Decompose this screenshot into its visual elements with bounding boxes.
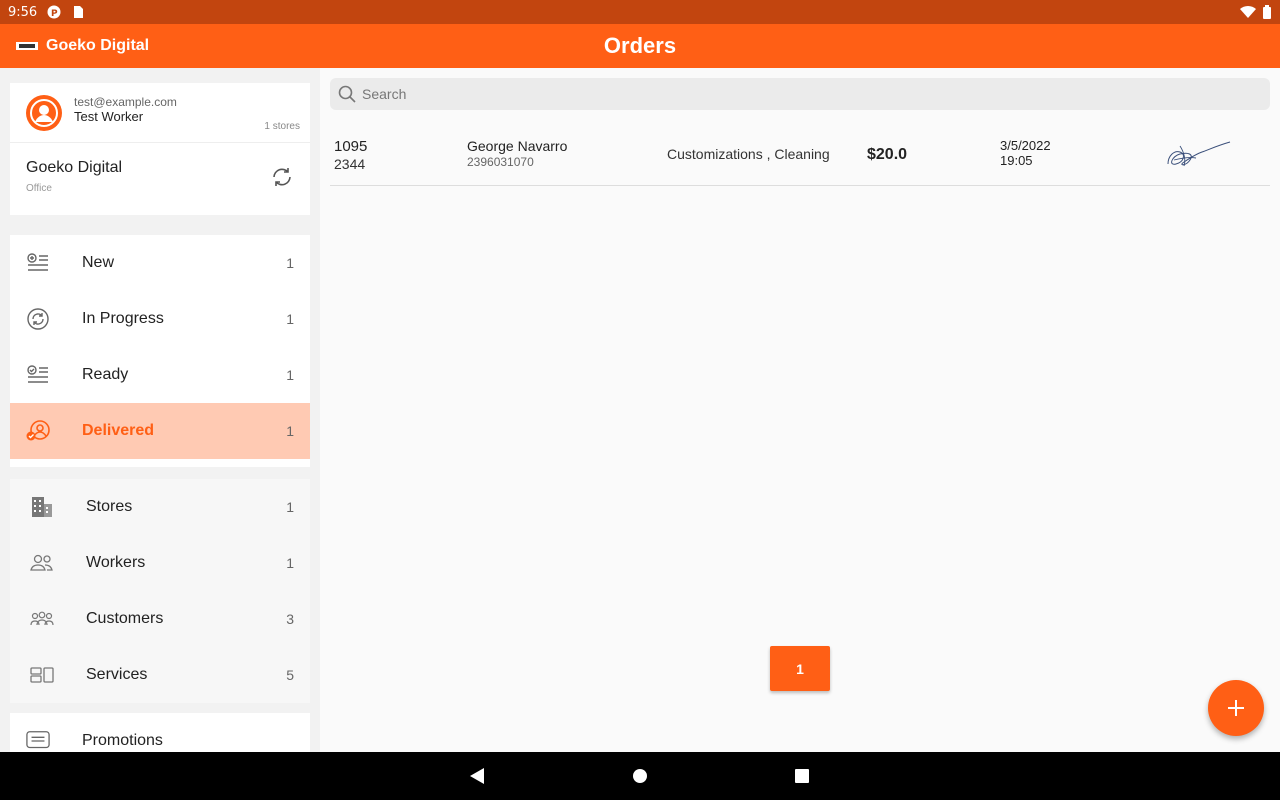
- stores-count: 1 stores: [264, 121, 300, 132]
- org-row: Goeko Digital Office: [10, 143, 310, 215]
- nav-label: Promotions: [82, 732, 163, 749]
- status-bar: 9:56 P: [0, 0, 1280, 24]
- nav-label: New: [82, 254, 115, 271]
- customer-name: George Navarro: [467, 138, 568, 154]
- nav-label: Stores: [86, 498, 133, 515]
- order-services: Customizations , Cleaning: [667, 146, 830, 162]
- search-input[interactable]: [362, 86, 1242, 102]
- nav-item-delivered[interactable]: Delivered 1: [10, 403, 310, 459]
- back-icon[interactable]: [468, 766, 488, 786]
- recents-icon[interactable]: [792, 766, 812, 786]
- add-order-button[interactable]: [1208, 680, 1264, 736]
- home-icon[interactable]: [630, 766, 650, 786]
- nav-count: 1: [286, 499, 294, 515]
- org-name: Goeko Digital: [26, 159, 123, 176]
- nav-item-stores[interactable]: Stores 1: [10, 479, 310, 535]
- progress-icon: [26, 307, 50, 331]
- nav-count: 1: [286, 423, 294, 439]
- order-number: 1095: [334, 138, 368, 155]
- status-time: 9:56: [8, 4, 38, 20]
- wifi-icon: [1240, 5, 1256, 19]
- org-type: Office: [26, 183, 52, 194]
- orders-panel: 1095 2344 George Navarro 2396031070 Cust…: [320, 68, 1280, 752]
- building-icon: [30, 495, 54, 519]
- nav-label: Workers: [86, 554, 146, 571]
- sidebar: test@example.com Test Worker 1 stores Go…: [0, 68, 320, 752]
- brand-name: Goeko Digital: [46, 37, 150, 54]
- avatar: [26, 95, 62, 131]
- nav-count: 1: [286, 311, 294, 327]
- search-icon: [338, 85, 356, 103]
- user-name: Test Worker: [74, 109, 144, 124]
- order-row[interactable]: 1095 2344 George Navarro 2396031070 Cust…: [330, 126, 1270, 186]
- customers-icon: [30, 607, 54, 631]
- promotions-nav: Promotions: [10, 713, 310, 752]
- nav-count: 5: [286, 667, 294, 683]
- brand-logo-icon: [16, 42, 38, 50]
- nav-count: 1: [286, 367, 294, 383]
- nav-label: Services: [86, 666, 148, 683]
- ticket-number: 2344: [334, 156, 366, 172]
- user-avatar-icon: [30, 99, 58, 127]
- ready-list-icon: [26, 363, 50, 387]
- system-nav-bar: [0, 752, 1280, 800]
- nav-count: 1: [286, 255, 294, 271]
- nav-count: 1: [286, 555, 294, 571]
- nav-item-ready[interactable]: Ready 1: [10, 347, 310, 403]
- battery-icon: [1263, 5, 1271, 19]
- refresh-icon[interactable]: [270, 165, 294, 189]
- new-list-icon: [26, 251, 50, 275]
- management-nav: Stores 1 Workers 1 Customers 3 Services …: [10, 479, 310, 703]
- nav-label: In Progress: [82, 310, 164, 327]
- account-card: test@example.com Test Worker 1 stores Go…: [10, 83, 310, 215]
- delivered-icon: [26, 419, 50, 443]
- nav-count: 3: [286, 611, 294, 627]
- order-price: $20.0: [867, 146, 908, 163]
- nav-item-new[interactable]: New 1: [10, 235, 310, 291]
- user-row[interactable]: test@example.com Test Worker 1 stores: [10, 83, 310, 143]
- nav-label: Ready: [82, 366, 129, 383]
- signature-image: [1167, 141, 1231, 167]
- nav-item-promotions[interactable]: Promotions: [10, 713, 310, 752]
- search-bar[interactable]: [330, 78, 1270, 110]
- nav-item-services[interactable]: Services 5: [10, 647, 310, 703]
- nav-label: Customers: [86, 610, 164, 627]
- nav-item-workers[interactable]: Workers 1: [10, 535, 310, 591]
- message-icon: [26, 729, 50, 752]
- app-bar: Goeko Digital Orders: [0, 24, 1280, 68]
- page-1-button[interactable]: 1: [770, 646, 830, 691]
- order-status-nav: New 1 In Progress 1 Ready 1 Delivered 1: [10, 235, 310, 467]
- customer-phone: 2396031070: [467, 155, 534, 169]
- sd-card-icon: [74, 6, 84, 18]
- nav-label: Delivered: [82, 422, 155, 439]
- plus-icon: [1228, 700, 1244, 716]
- services-icon: [30, 663, 54, 687]
- app-notification-icon: P: [47, 5, 61, 19]
- order-date: 3/5/2022: [1000, 138, 1051, 153]
- brand: Goeko Digital: [0, 37, 149, 55]
- workers-icon: [30, 551, 54, 575]
- nav-item-in-progress[interactable]: In Progress 1: [10, 291, 310, 347]
- user-email: test@example.com: [74, 95, 177, 109]
- order-time: 19:05: [1000, 153, 1033, 168]
- svg-text:P: P: [51, 9, 58, 19]
- nav-item-customers[interactable]: Customers 3: [10, 591, 310, 647]
- page-title: Orders: [603, 33, 677, 58]
